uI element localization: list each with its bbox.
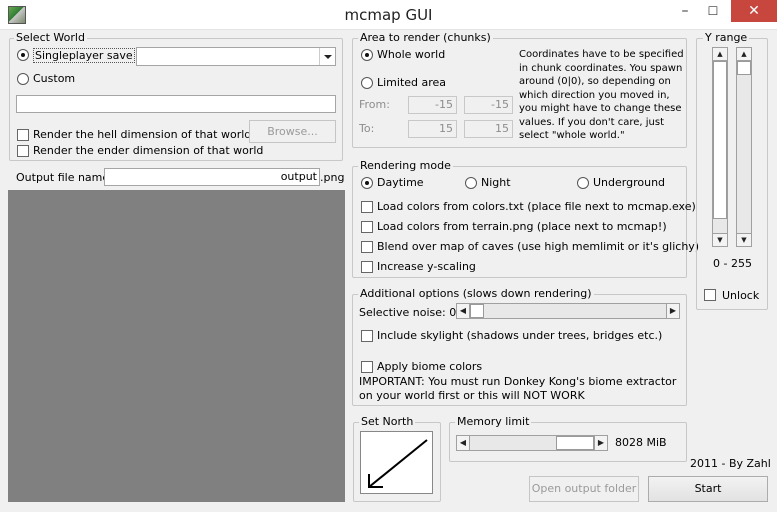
noise-track[interactable] (470, 303, 666, 319)
output-label: Output file name (16, 171, 110, 184)
y-range-title: Y range (703, 31, 750, 44)
y-scaling-label: Increase y-scaling (377, 260, 476, 273)
world-combo[interactable] (136, 47, 336, 66)
render-hell-label: Render the hell dimension of that world (33, 128, 252, 141)
from-label: From: (359, 98, 390, 111)
additional-options-title: Additional options (slows down rendering… (358, 287, 594, 300)
y-max-thumb[interactable] (737, 61, 751, 75)
underground-label[interactable]: Underground (593, 176, 665, 189)
rendering-mode-title: Rendering mode (358, 159, 453, 172)
y-scaling-checkbox[interactable] (361, 261, 373, 273)
y-min-track[interactable] (712, 61, 728, 233)
render-ender-checkbox[interactable] (17, 145, 29, 157)
render-hell-checkbox[interactable] (17, 129, 29, 141)
open-output-folder-button[interactable]: Open output folder (529, 476, 639, 502)
biome-label: Apply biome colors (377, 360, 483, 373)
night-label[interactable]: Night (481, 176, 511, 189)
set-north-title: Set North (359, 415, 416, 428)
render-ender-label: Render the ender dimension of that world (33, 144, 264, 157)
blend-caves-label: Blend over map of caves (use high memlim… (377, 240, 700, 253)
skylight-label: Include skylight (shadows under trees, b… (377, 329, 663, 342)
select-world-title: Select World (14, 31, 87, 44)
whole-world-label[interactable]: Whole world (377, 48, 445, 61)
noise-thumb[interactable] (470, 304, 484, 318)
memory-left-arrow[interactable]: ◀ (456, 435, 470, 451)
to-label: To: (359, 122, 375, 135)
combo-dropdown-button[interactable] (319, 48, 335, 65)
chevron-down-icon (324, 55, 332, 59)
colors-txt-checkbox[interactable] (361, 201, 373, 213)
unlock-checkbox[interactable] (704, 289, 716, 301)
y-min-up-arrow[interactable]: ▲ (712, 47, 728, 61)
underground-radio[interactable] (577, 177, 589, 189)
to-x-input[interactable]: 15 (408, 120, 457, 138)
blend-caves-checkbox[interactable] (361, 241, 373, 253)
noise-scrollbar[interactable]: ◀ ▶ (456, 303, 680, 319)
memory-value: 8028 MiB (615, 436, 667, 449)
map-preview (8, 190, 345, 502)
arrow-southwest-icon (368, 439, 428, 488)
maximize-button[interactable]: ☐ (698, 0, 728, 22)
singleplayer-label[interactable]: Singleplayer save (33, 48, 135, 63)
browse-button[interactable]: Browse... (249, 120, 336, 143)
custom-path-input[interactable] (16, 95, 336, 113)
from-z-input[interactable]: -15 (464, 96, 513, 114)
daytime-radio[interactable] (361, 177, 373, 189)
y-min-scrollbar[interactable]: ▲ ▼ (712, 47, 728, 247)
output-filename-input[interactable]: output (104, 168, 320, 186)
terrain-png-label: Load colors from terrain.png (place next… (377, 220, 667, 233)
y-min-thumb[interactable] (713, 61, 727, 219)
y-max-down-arrow[interactable]: ▼ (736, 233, 752, 247)
noise-label: Selective noise: 0 (359, 306, 457, 319)
minimize-button[interactable]: – (670, 0, 700, 22)
biome-warning: IMPORTANT: You must run Donkey Kong's bi… (359, 375, 677, 402)
close-button[interactable]: ✕ (731, 0, 777, 22)
custom-label[interactable]: Custom (33, 72, 75, 85)
area-help-text: Coordinates have to be specified in chun… (519, 49, 684, 141)
y-max-track[interactable] (736, 61, 752, 233)
noise-left-arrow[interactable]: ◀ (456, 303, 470, 319)
y-min-down-arrow[interactable]: ▼ (712, 233, 728, 247)
memory-thumb[interactable] (556, 436, 594, 450)
to-z-input[interactable]: 15 (464, 120, 513, 138)
daytime-label[interactable]: Daytime (377, 176, 424, 189)
limited-area-radio[interactable] (361, 77, 373, 89)
credit-text: 2011 - By Zahl (690, 457, 771, 470)
north-direction-pad[interactable] (360, 431, 433, 494)
memory-track[interactable] (470, 435, 594, 451)
noise-right-arrow[interactable]: ▶ (666, 303, 680, 319)
output-suffix: .png (320, 171, 345, 184)
limited-area-label[interactable]: Limited area (377, 76, 446, 89)
skylight-checkbox[interactable] (361, 330, 373, 342)
from-x-input[interactable]: -15 (408, 96, 457, 114)
biome-checkbox[interactable] (361, 361, 373, 373)
window-title: mcmap GUI (344, 6, 433, 24)
colors-txt-label: Load colors from colors.txt (place file … (377, 200, 696, 213)
memory-limit-title: Memory limit (455, 415, 532, 428)
memory-right-arrow[interactable]: ▶ (594, 435, 608, 451)
area-title: Area to render (chunks) (358, 31, 493, 44)
y-range-value: 0 - 255 (713, 257, 752, 270)
night-radio[interactable] (465, 177, 477, 189)
terrain-png-checkbox[interactable] (361, 221, 373, 233)
whole-world-radio[interactable] (361, 49, 373, 61)
y-max-up-arrow[interactable]: ▲ (736, 47, 752, 61)
memory-scrollbar[interactable]: ◀ ▶ (456, 435, 608, 451)
singleplayer-radio[interactable] (17, 49, 29, 61)
y-max-scrollbar[interactable]: ▲ ▼ (736, 47, 752, 247)
custom-radio[interactable] (17, 73, 29, 85)
unlock-label: Unlock (722, 289, 760, 302)
start-button[interactable]: Start (648, 476, 768, 502)
